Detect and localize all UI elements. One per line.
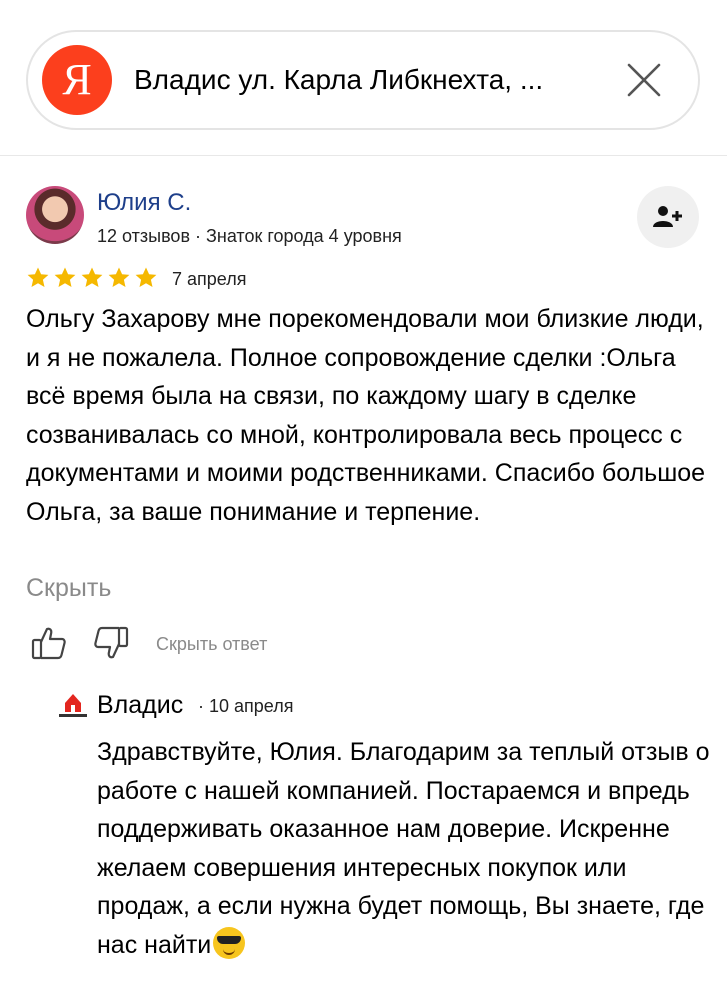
answer-text: Здравствуйте, Юлия. Благодарим за теплый… — [97, 738, 710, 959]
close-icon[interactable] — [626, 62, 662, 98]
search-query[interactable]: Владис ул. Карла Либкнехта, ... — [134, 62, 604, 98]
star-icon — [108, 267, 130, 287]
sunglasses-emoji — [213, 926, 246, 959]
vladis-logo[interactable] — [56, 690, 90, 720]
star-icon — [135, 267, 157, 287]
answer-company-name[interactable]: Владис — [97, 688, 183, 722]
thumbs-down-icon[interactable] — [92, 624, 130, 662]
hide-answer-button[interactable]: Скрыть ответ — [156, 632, 267, 656]
subscribe-button[interactable] — [637, 186, 699, 248]
hide-review-link[interactable]: Скрыть — [26, 572, 111, 604]
thumbs-up-icon[interactable] — [30, 624, 68, 662]
answer-text-block: Здравствуйте, Юлия. Благодарим за теплый… — [97, 733, 717, 964]
divider — [0, 155, 727, 156]
review-author-meta: 12 отзывов · Знаток города 4 уровня — [97, 226, 402, 246]
search-bar[interactable]: Я Владис ул. Карла Либкнехта, ... — [26, 30, 700, 130]
star-icon — [27, 267, 49, 287]
user-avatar[interactable] — [26, 186, 84, 244]
answer-date: · 10 апреля — [198, 696, 294, 716]
review-author-name[interactable]: Юлия С. — [97, 188, 191, 218]
star-icon — [54, 267, 76, 287]
star-icon — [81, 267, 103, 287]
review-text: Ольгу Захарову мне порекомендовали мои б… — [26, 305, 706, 526]
yandex-logo[interactable]: Я — [42, 45, 112, 115]
review-date: 7 апреля — [172, 269, 247, 289]
add-user-icon — [653, 206, 682, 227]
